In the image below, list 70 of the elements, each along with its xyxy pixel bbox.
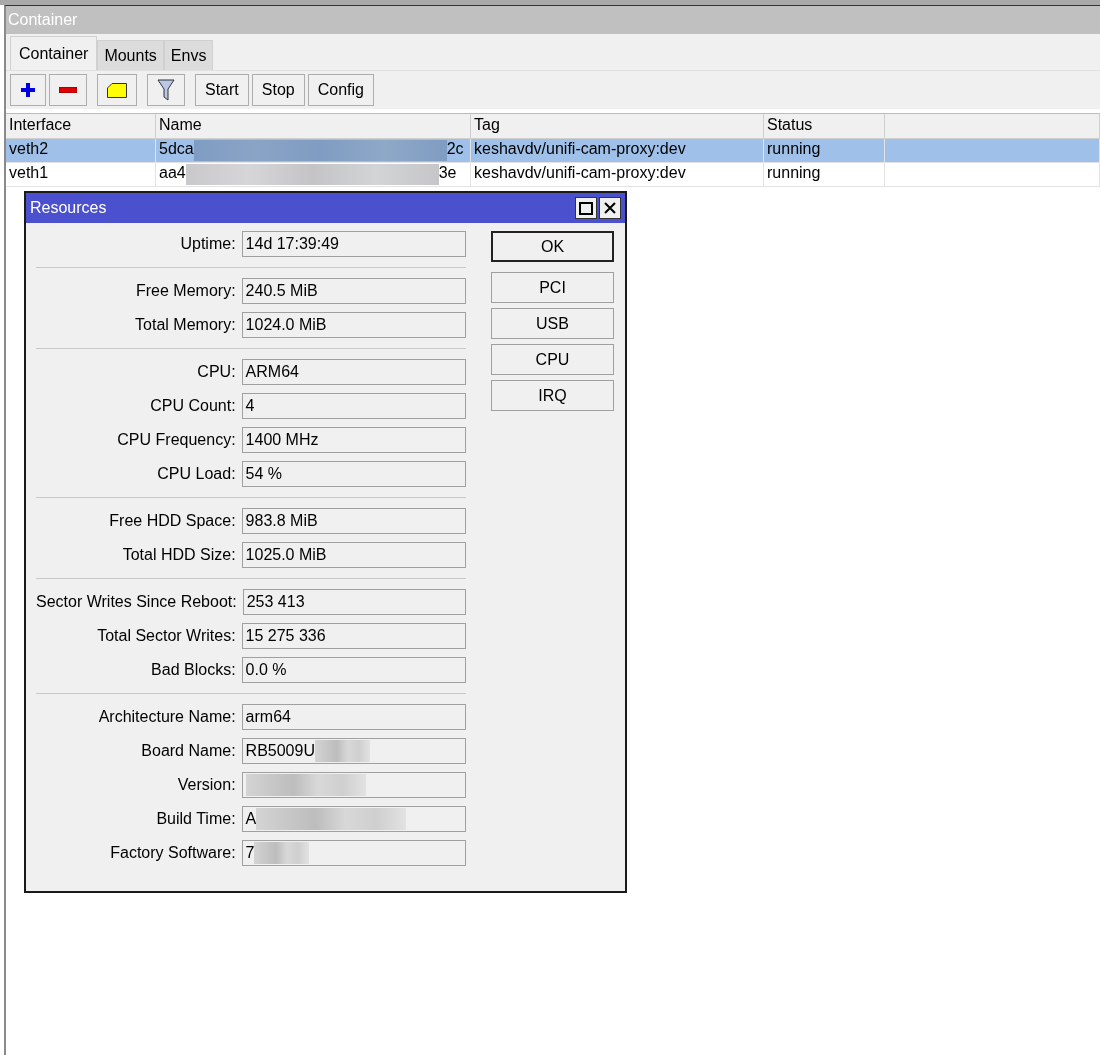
dialog-button[interactable]: PCI	[491, 272, 614, 303]
value-field: 1025.0 MiB	[241, 542, 466, 568]
dialog-button[interactable]: CPU	[491, 344, 614, 375]
field-label: Total Sector Writes:	[96, 627, 236, 645]
comment-button[interactable]	[97, 74, 137, 106]
filter-button[interactable]	[147, 74, 185, 106]
value-field: 253 413	[242, 589, 466, 615]
toolbar-button[interactable]: Stop	[251, 74, 305, 106]
window-title: Container	[8, 11, 78, 29]
table-cell: aa4 3e	[156, 163, 471, 187]
value-field: arm64	[241, 704, 466, 730]
value-field: 4	[241, 393, 466, 419]
field-label: Total Memory:	[134, 316, 236, 334]
value-field: 1400 MHz	[241, 427, 466, 453]
value-field: 1024.0 MiB	[241, 312, 466, 338]
remove-icon	[59, 87, 77, 93]
add-button[interactable]	[10, 74, 46, 106]
field-label: Free Memory:	[135, 282, 236, 300]
tab[interactable]: Envs	[163, 40, 214, 70]
value-field: 0.0 %	[241, 657, 466, 683]
table-cell: running	[764, 163, 885, 187]
filter-icon	[157, 79, 175, 101]
dialog-button[interactable]: USB	[491, 308, 614, 339]
tab[interactable]: Container	[10, 36, 98, 70]
field-label: Build Time:	[155, 810, 236, 828]
field-label: CPU Load:	[156, 465, 236, 483]
close-button[interactable]	[599, 197, 621, 219]
field-label: Factory Software:	[109, 844, 236, 862]
field-label: Free HDD Space:	[108, 512, 236, 530]
value-field: 7	[241, 840, 466, 866]
table-cell: running	[764, 139, 885, 163]
dialog-title: Resources	[30, 199, 107, 217]
field-label: Total HDD Size:	[121, 546, 236, 564]
value-field: RB5009U	[241, 738, 466, 764]
column-header[interactable]: Status	[764, 113, 885, 139]
toolbar-button[interactable]: Start	[195, 74, 249, 106]
table-cell: keshavdv/unifi-cam-proxy:dev	[471, 163, 764, 187]
field-label: Board Name:	[140, 742, 236, 760]
field-label: Architecture Name:	[97, 708, 236, 726]
dialog-button[interactable]: IRQ	[491, 380, 614, 411]
table-cell: keshavdv/unifi-cam-proxy:dev	[471, 139, 764, 163]
field-label: CPU:	[196, 363, 236, 381]
value-field: 54 %	[241, 461, 466, 487]
dialog-button[interactable]: OK	[491, 231, 614, 262]
remove-button[interactable]	[49, 74, 87, 106]
field-label: CPU Frequency:	[116, 431, 236, 449]
value-field: 240.5 MiB	[241, 278, 466, 304]
column-header[interactable]: Tag	[471, 113, 764, 139]
maximize-icon	[579, 201, 593, 215]
toolbar-button[interactable]: Config	[307, 74, 374, 106]
close-icon	[604, 202, 616, 214]
tab[interactable]: Mounts	[97, 40, 164, 70]
field-label: Version:	[176, 776, 236, 794]
value-field: 14d 17:39:49	[241, 231, 466, 257]
field-label: CPU Count:	[149, 397, 236, 415]
value-field: A	[241, 806, 466, 832]
value-field: ARM64	[241, 359, 466, 385]
value-field: 983.8 MiB	[241, 508, 466, 534]
column-header[interactable]: Interface	[6, 113, 156, 139]
table-cell: veth1	[6, 163, 156, 187]
value-field: 15 275 336	[241, 623, 466, 649]
table-cell: 5dca 2c	[156, 139, 471, 163]
field-label: Bad Blocks:	[150, 661, 236, 679]
field-label: Uptime:	[179, 235, 236, 253]
note-icon	[107, 82, 127, 98]
add-icon	[20, 82, 36, 98]
column-header[interactable]: Name	[156, 113, 471, 139]
maximize-button[interactable]	[575, 197, 597, 219]
table-cell: veth2	[6, 139, 156, 163]
field-label: Sector Writes Since Reboot:	[36, 593, 237, 611]
